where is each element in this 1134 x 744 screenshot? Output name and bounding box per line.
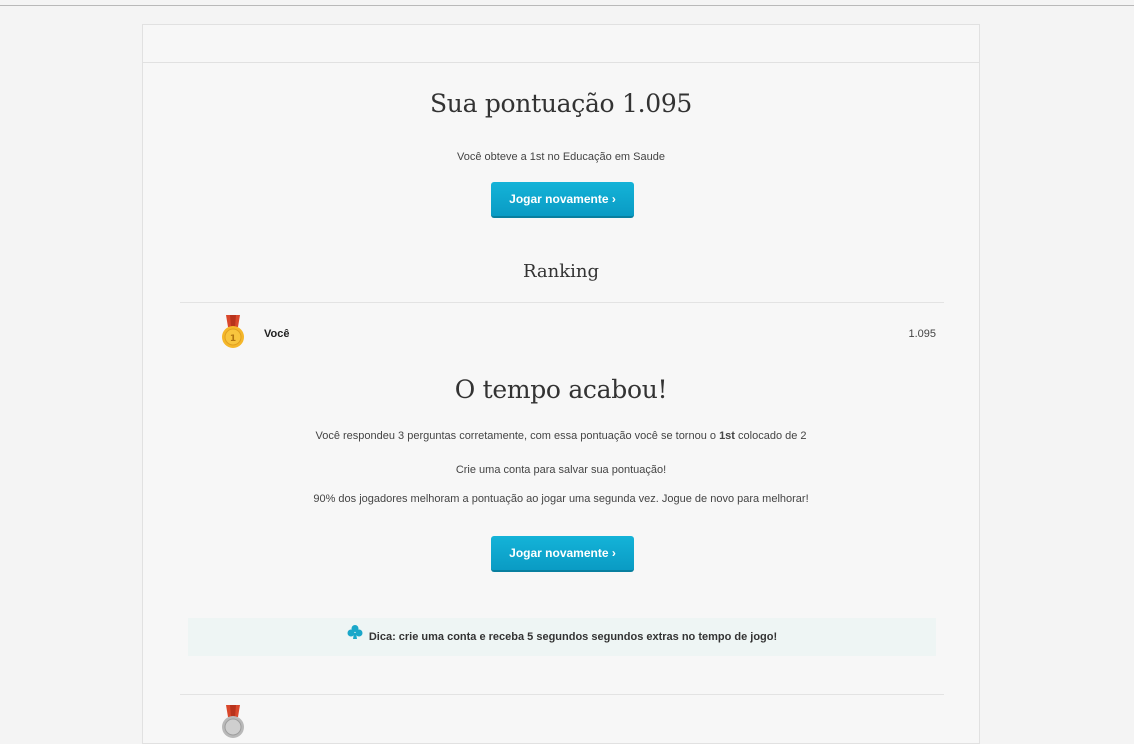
ranking-row-score: 1.095 bbox=[908, 328, 936, 340]
card-header bbox=[143, 25, 979, 63]
ranking-divider-2 bbox=[180, 694, 944, 695]
club-icon bbox=[347, 618, 363, 656]
answered-prefix: Você respondeu 3 perguntas corretamente,… bbox=[315, 430, 720, 442]
score-title: Sua pontuação 1.095 bbox=[429, 89, 693, 118]
answered-rank: 1st bbox=[719, 430, 735, 442]
tip-banner: Dica: crie uma conta e receba 5 segundos… bbox=[188, 618, 936, 656]
ranking-row bbox=[143, 705, 979, 741]
ranking-divider bbox=[180, 302, 944, 303]
result-card: Sua pontuação 1.095 Você obteve a 1st no… bbox=[142, 24, 980, 744]
ranking-row-name: Você bbox=[264, 328, 290, 340]
ranking-title: Ranking bbox=[522, 261, 600, 282]
svg-text:1: 1 bbox=[230, 334, 236, 344]
answered-suffix: colocado de 2 bbox=[734, 430, 807, 442]
play-again-button[interactable]: Jogar novamente › bbox=[491, 182, 634, 218]
improve-text: 90% dos jogadores melhoram a pontuação a… bbox=[313, 493, 809, 505]
play-again-button-2[interactable]: Jogar novamente › bbox=[491, 536, 634, 572]
gold-medal-icon: 1 bbox=[220, 315, 246, 349]
tip-text: Dica: crie uma conta e receba 5 segundos… bbox=[368, 631, 778, 643]
obtained-text: Você obteve a 1st no Educação em Saude bbox=[457, 151, 665, 163]
top-divider bbox=[0, 5, 1134, 6]
answered-text: Você respondeu 3 perguntas corretamente,… bbox=[143, 430, 979, 442]
ranking-row: 1 Você 1.095 bbox=[143, 313, 979, 349]
silver-medal-icon bbox=[220, 705, 246, 739]
time-up-title: O tempo acabou! bbox=[454, 375, 668, 404]
create-account-text: Crie uma conta para salvar sua pontuação… bbox=[455, 464, 667, 476]
